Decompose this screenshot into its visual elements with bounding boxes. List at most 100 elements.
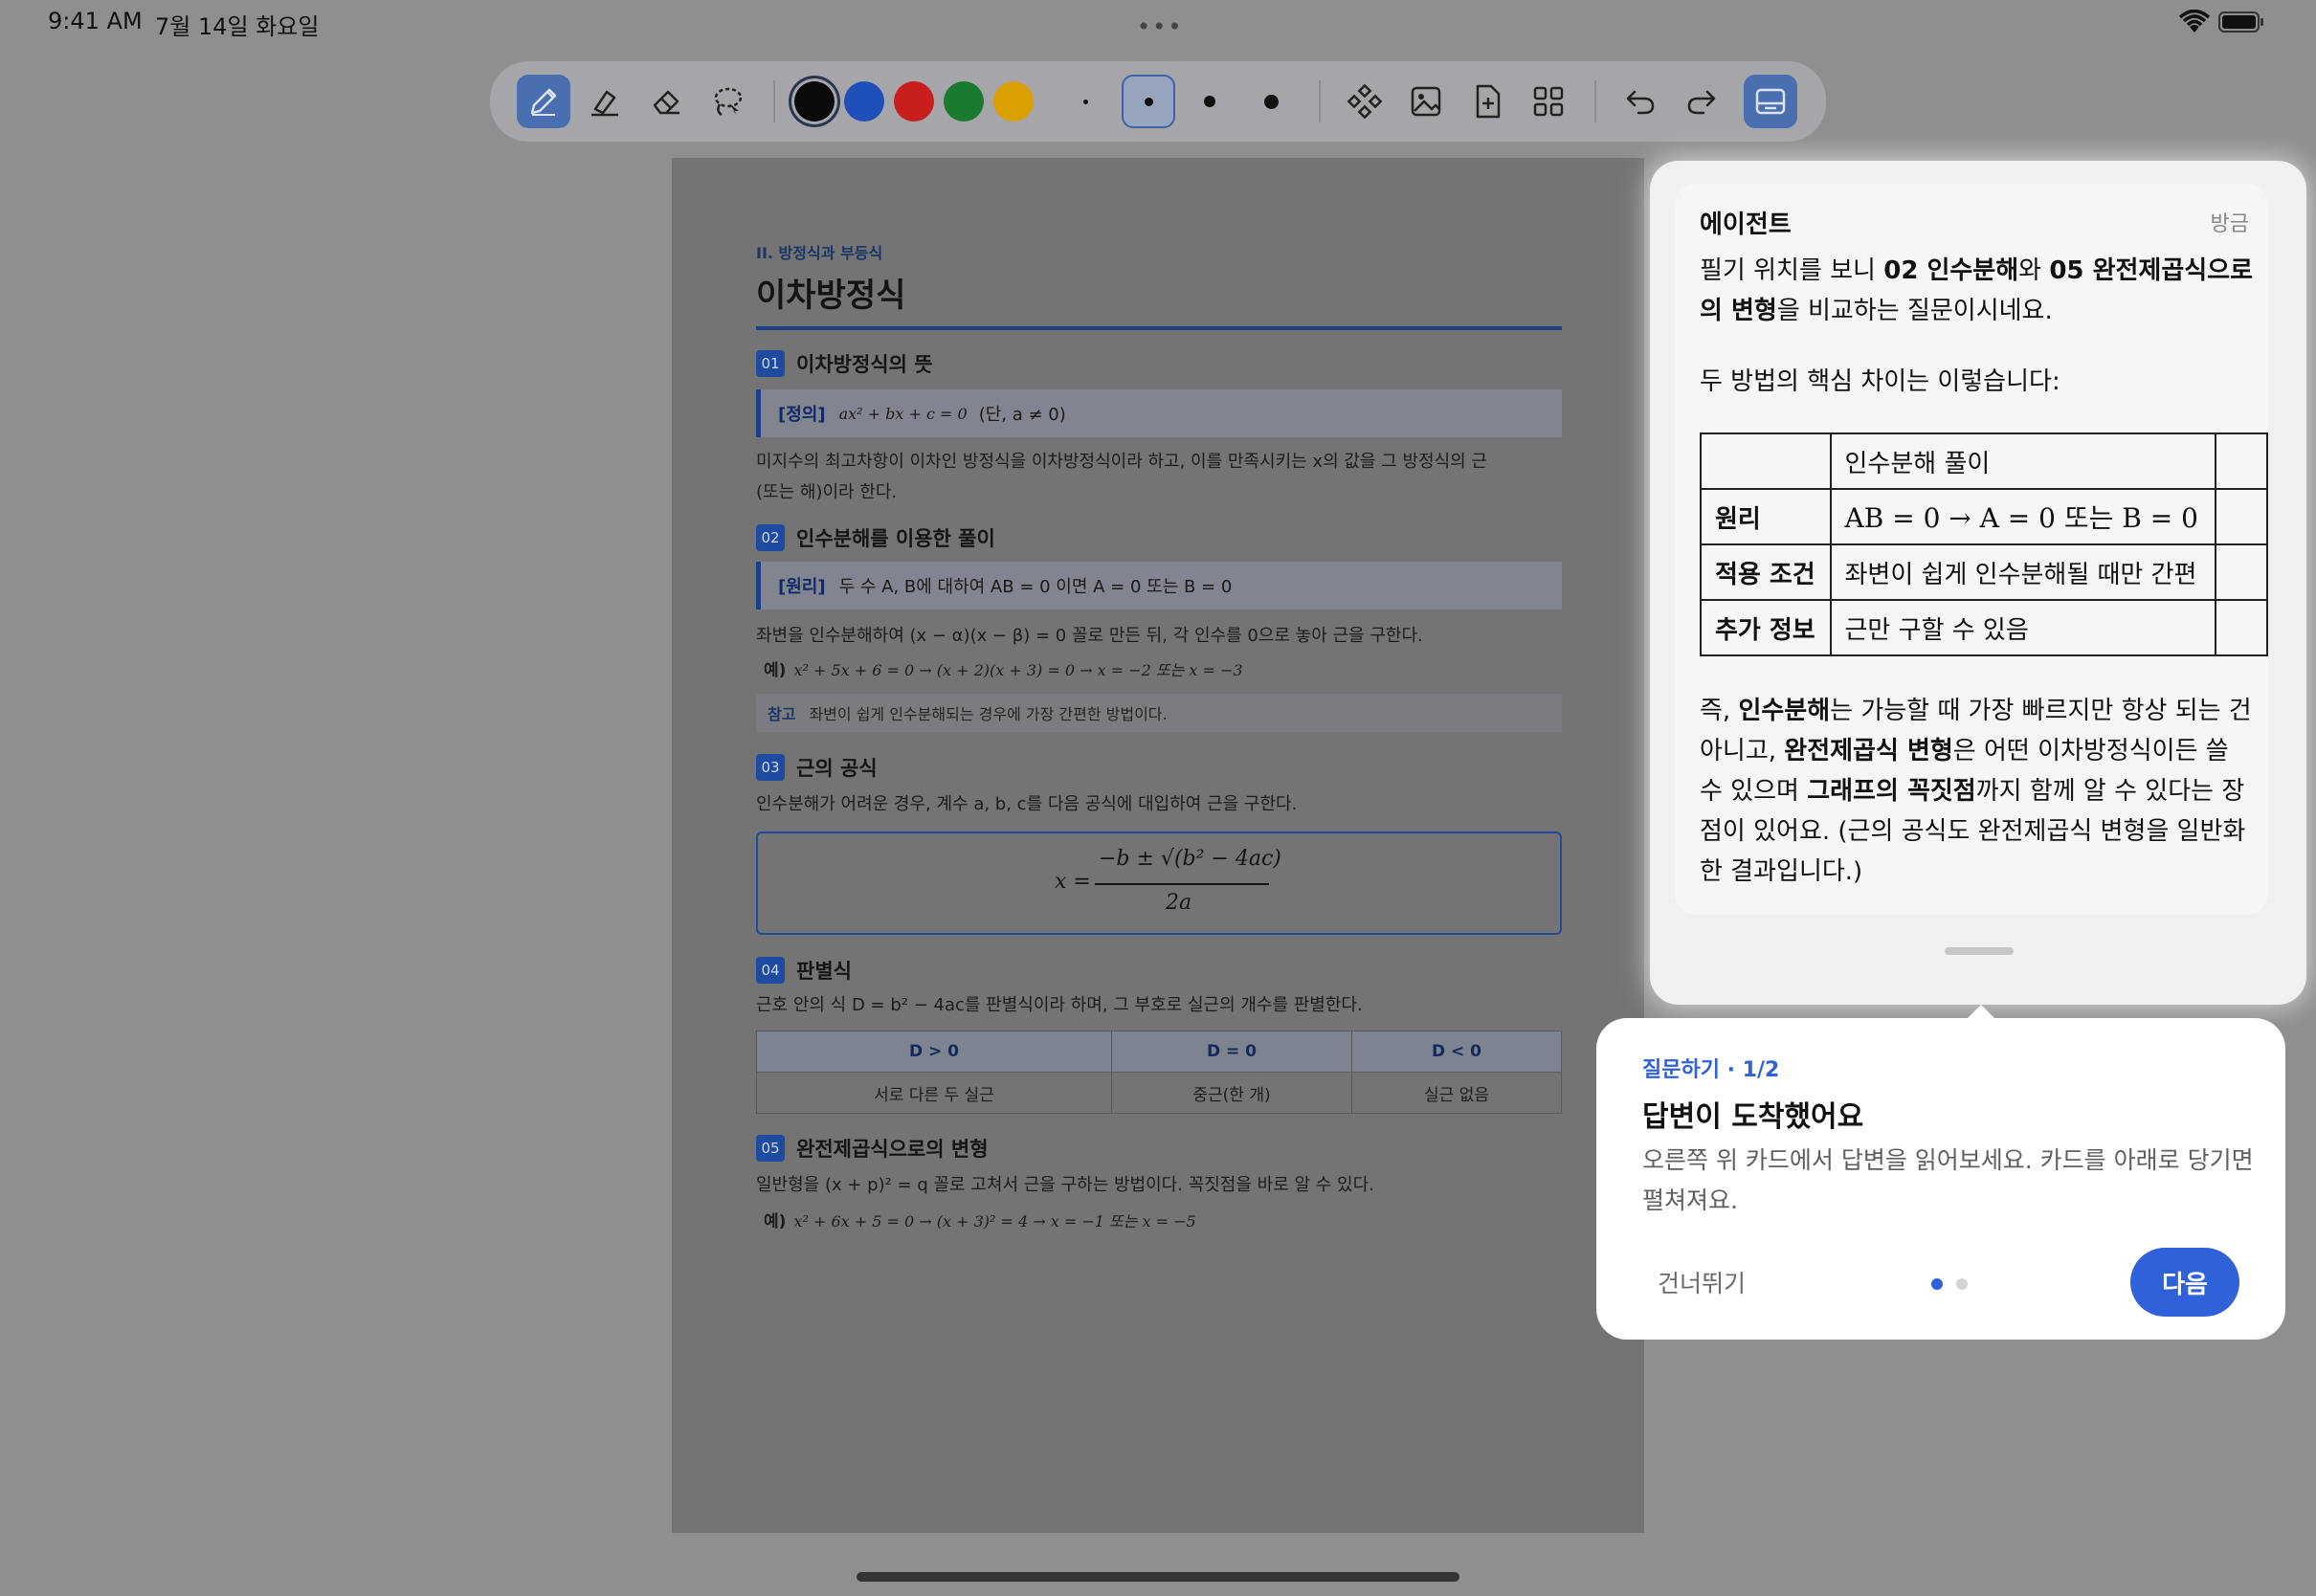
pen-tool-button[interactable] [517,75,570,128]
color-swatch-blue[interactable] [844,81,884,122]
page-title: 이차방정식 [756,277,906,315]
table-header: D = 0 [1111,1031,1352,1073]
lasso-icon [714,87,743,117]
skip-button[interactable]: 건너뛰기 [1658,1265,1746,1299]
text: 와 [2018,256,2050,285]
section-02-note: 참고 좌변이 쉽게 인수분해되는 경우에 가장 간편한 방법이다. [756,694,1562,732]
status-bar: 9:41 AM 7월 14일 화요일 ••• [0,0,2316,46]
eraser-tool-button[interactable] [639,75,693,128]
drawing-toolbar [490,61,1826,142]
undo-button[interactable] [1614,75,1667,128]
add-page-button[interactable] [1460,75,1514,128]
message-timestamp: 방금 [2210,212,2249,236]
note-tag: 참고 [768,705,796,723]
table-cell-cut [2214,543,2268,601]
discriminant-table: D > 0 D = 0 D < 0 서로 다른 두 실근 중근(한 개) 실근 … [756,1031,1562,1114]
document-page[interactable]: II. 방정식과 부등식 이차방정식 01 이차방정식의 뜻 [정의] ax² … [672,158,1644,1533]
agent-answer-card[interactable]: 에이전트 방금 필기 위치를 보니 02 인수분해와 05 완전제곱식으로의 변… [1650,161,2306,1005]
section-05-heading: 05 완전제곱식으로의 변형 [756,1134,989,1163]
body-line: 미지수의 최고차항이 이차인 방정식을 이차방정식이라 하고, 이를 만족시키는… [756,452,1487,472]
formula-numerator: −b ± √(b² − 4ac) [1099,847,1281,871]
agent-message[interactable]: 에이전트 방금 필기 위치를 보니 02 인수분해와 05 완전제곱식으로의 변… [1675,184,2268,915]
quadratic-formula-box: x = −b ± √(b² − 4ac) 2a [756,831,1562,935]
highlighter-icon [591,90,618,117]
principle-callout: [원리] 두 수 A, B에 대하여 AB = 0 이면 A = 0 또는 B … [756,562,1562,610]
bold-text: 완전제곱식 변형 [1784,737,1953,765]
section-number: 02 [756,524,785,551]
callout-tag: [원리] [778,577,826,597]
shapes-icon [1347,83,1383,120]
section-03-heading: 03 근의 공식 [756,753,878,782]
section-title: 인수분해를 이용한 풀이 [796,527,995,550]
stroke-size-m[interactable] [1183,75,1236,128]
table-header-cut [2214,432,2268,490]
redo-button[interactable] [1675,75,1728,128]
insert-image-button[interactable] [1399,75,1453,128]
coach-step-label: 질문하기 · 1/2 [1642,1058,1780,1082]
agent-lead: 두 방법의 핵심 차이는 이렇습니다: [1700,367,2060,396]
page-grid-button[interactable] [1522,75,1575,128]
battery-icon [2218,11,2263,33]
table-row-label: 적용 조건 [1700,543,1832,601]
stroke-size-xs[interactable] [1058,75,1112,128]
shapes-tool-button[interactable] [1338,75,1392,128]
section-05-body: 일반형을 (x + p)² = q 꼴로 고쳐서 근을 구하는 방법이다. 꼭짓… [756,1175,1374,1195]
comparison-table: 인수분해 풀이 원리 AB = 0 → A = 0 또는 B = 0 적용 조건… [1700,432,2268,656]
stroke-size-s[interactable] [1122,75,1175,128]
section-02-heading: 02 인수분해를 이용한 풀이 [756,523,995,552]
table-cell: 실근 없음 [1351,1072,1562,1114]
lasso-tool-button[interactable] [701,75,754,128]
add-page-icon [1476,84,1501,119]
bold-text: 인수분해 [1738,697,1831,725]
callout-math: ax² + bx + c = 0 [838,404,968,423]
table-cell-cut [2214,488,2268,545]
section-number: 03 [756,754,785,781]
color-swatch-black[interactable] [794,81,835,122]
section-05-example: 예) x² + 6x + 5 = 0 → (x + 3)² = 4 → x = −… [756,1207,1562,1237]
section-number: 04 [756,957,785,984]
formula-denominator: 2a [1166,891,1192,915]
table-cell-cut [2214,599,2268,656]
table-corner-cell [1700,432,1832,490]
section-04-heading: 04 판별식 [756,956,852,985]
formula-fraction-bar [1095,883,1269,885]
chapter-label: II. 방정식과 부등식 [756,244,883,262]
table-row-label: 원리 [1700,488,1832,545]
status-date: 7월 14일 화요일 [155,13,320,40]
example-math: x² + 6x + 5 = 0 → (x + 3)² = 4 → x = −1 … [793,1212,1196,1230]
onboarding-coach-mark: 질문하기 · 1/2 답변이 도착했어요 오른쪽 위 카드에서 답변을 읽어보세… [1596,1018,2285,1340]
callout-text: (단, a ≠ 0) [978,405,1066,425]
example-math: x² + 5x + 6 = 0 → (x + 2)(x + 3) = 0 → x… [793,661,1243,679]
coach-title: 답변이 도착했어요 [1642,1100,1864,1134]
wifi-icon [2178,10,2211,33]
home-indicator[interactable] [857,1572,1459,1582]
redo-icon [1687,90,1716,115]
section-title: 판별식 [796,960,852,983]
definition-callout: [정의] ax² + bx + c = 0 (단, a ≠ 0) [756,389,1562,437]
section-04-body: 근호 안의 식 D = b² − 4ac를 판별식이라 하며, 그 부호로 실근… [756,995,1363,1015]
table-cell: 중근(한 개) [1111,1072,1352,1114]
bold-text: 02 인수분해 [1883,256,2019,285]
callout-tag: [정의] [778,405,826,425]
image-icon [1411,86,1441,117]
highlighter-tool-button[interactable] [578,75,632,128]
card-drag-handle[interactable] [1945,947,2014,955]
color-swatch-green[interactable] [944,81,984,122]
table-header: D > 0 [756,1031,1112,1073]
stroke-size-l[interactable] [1244,75,1298,128]
agent-conclusion: 즉, 인수분해는 가능할 때 가장 빠르지만 항상 되는 건 아니고, 완전제곱… [1700,691,2255,892]
multitasking-dots-icon[interactable]: ••• [1137,13,1183,40]
color-swatch-red[interactable] [894,81,934,122]
example-tag: 예) [764,1212,787,1231]
agent-intro: 필기 위치를 보니 02 인수분해와 05 완전제곱식으로의 변형을 비교하는 … [1700,251,2255,331]
color-swatch-yellow[interactable] [993,81,1034,122]
text: 필기 위치를 보니 [1700,256,1884,285]
section-03-body: 인수분해가 어려운 경우, 계수 a, b, c를 다음 공식에 대입하여 근을… [756,794,1298,814]
example-tag: 예) [764,661,787,680]
bold-text: 05 완전제곱식으 [2049,256,2231,285]
table-row-label: 추가 정보 [1700,599,1832,656]
agent-panel-toggle-button[interactable] [1744,75,1797,128]
next-button[interactable]: 다음 [2130,1248,2239,1317]
grid-icon [1533,86,1564,117]
body-line: (또는 해)이라 한다. [756,482,898,502]
